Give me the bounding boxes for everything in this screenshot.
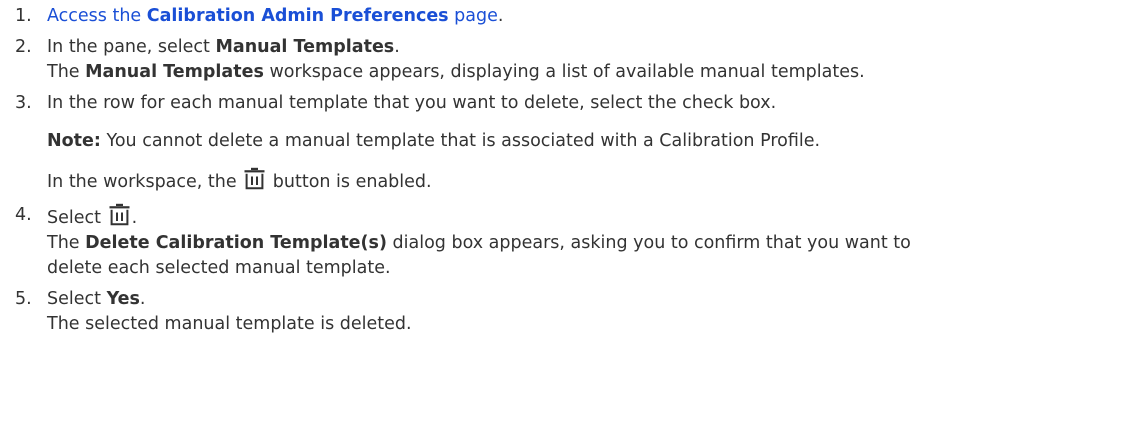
- step-result: The selected manual template is deleted.: [47, 314, 412, 334]
- step-result: In the workspace, the button is enabled.: [47, 167, 1127, 195]
- link-bold-text: Calibration Admin Preferences: [146, 6, 449, 26]
- step-result: The Manual Templates workspace appears, …: [47, 62, 865, 82]
- trash-icon: [109, 203, 130, 226]
- step-result: The Delete Calibration Template(s) dialo…: [47, 233, 911, 253]
- procedure-steps: 1. Access the Calibration Admin Preferen…: [0, 0, 1127, 337]
- note: Note: You cannot delete a manual templat…: [47, 129, 1127, 154]
- note-label: Note:: [47, 131, 101, 151]
- calibration-admin-preferences-link[interactable]: Access the Calibration Admin Preferences…: [47, 6, 498, 26]
- step-text: In the pane, select Manual Templates.: [47, 37, 400, 57]
- step-number: 5.: [15, 289, 32, 309]
- step-number: 1.: [15, 6, 32, 26]
- step-5: 5. Select Yes. The selected manual templ…: [0, 287, 1127, 337]
- step-1: 1. Access the Calibration Admin Preferen…: [0, 4, 1127, 29]
- ui-term: Manual Templates: [215, 37, 395, 57]
- step-result-continued: delete each selected manual template.: [47, 258, 391, 278]
- step-number: 4.: [15, 205, 32, 225]
- note-text: You cannot delete a manual template that…: [100, 131, 821, 151]
- trash-icon: [244, 167, 265, 190]
- step-text: In the row for each manual template that…: [47, 93, 777, 113]
- step-4: 4. Select . The Delete Calibration Templ…: [0, 203, 1127, 281]
- ui-term: Manual Templates: [85, 62, 264, 82]
- ui-term: Yes: [106, 289, 140, 309]
- step-number: 2.: [15, 37, 32, 57]
- step-number: 3.: [15, 93, 32, 113]
- step-text: Select Yes.: [47, 289, 146, 309]
- ui-term: Delete Calibration Template(s): [85, 233, 387, 253]
- step-3: 3. In the row for each manual template t…: [0, 91, 1127, 195]
- step-text: Select .: [47, 203, 1127, 231]
- step-2: 2. In the pane, select Manual Templates.…: [0, 35, 1127, 85]
